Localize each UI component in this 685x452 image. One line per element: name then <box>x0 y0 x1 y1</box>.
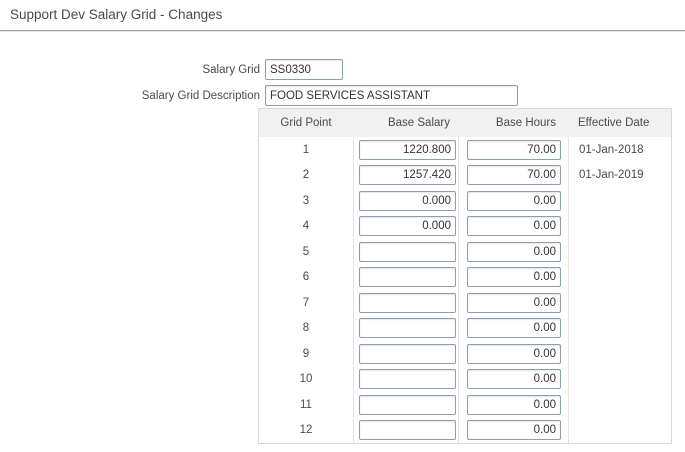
grid-point-cell: 1 <box>259 137 353 163</box>
base-salary-cell <box>353 239 458 265</box>
table-row: 8 <box>259 316 671 342</box>
table-row: 10 <box>259 367 671 393</box>
base-salary-input[interactable] <box>359 140 456 160</box>
table-row: 5 <box>259 239 671 265</box>
table-row: 11 <box>259 392 671 418</box>
effective-date-cell <box>568 239 671 265</box>
base-hours-input[interactable] <box>467 140 561 160</box>
base-hours-input[interactable] <box>467 242 561 262</box>
table-row: 4 <box>259 214 671 240</box>
effective-date-cell <box>568 367 671 393</box>
title-divider <box>0 30 685 32</box>
base-hours-cell <box>458 392 568 418</box>
base-salary-input[interactable] <box>359 216 456 236</box>
base-hours-input[interactable] <box>467 293 561 313</box>
grid-table-body: 1 01-Jan-2018 2 01-Jan-2019 3 4 <box>259 137 671 443</box>
grid-table-header: Grid Point Base Salary Base Hours Effect… <box>259 109 671 137</box>
base-salary-cell <box>353 265 458 291</box>
base-salary-input[interactable] <box>359 293 456 313</box>
effective-date-cell <box>568 316 671 342</box>
effective-date-cell <box>568 265 671 291</box>
salary-grid-description-input[interactable] <box>265 85 518 106</box>
base-hours-input[interactable] <box>467 369 561 389</box>
grid-point-cell: 8 <box>259 316 353 342</box>
base-hours-cell <box>458 137 568 163</box>
base-hours-cell <box>458 163 568 189</box>
salary-grid-description-label: Salary Grid Description <box>0 89 260 103</box>
base-hours-cell <box>458 214 568 240</box>
base-salary-cell <box>353 341 458 367</box>
table-row: 3 <box>259 188 671 214</box>
base-salary-input[interactable] <box>359 267 456 287</box>
base-salary-cell <box>353 418 458 444</box>
effective-date-cell <box>568 188 671 214</box>
table-row: 9 <box>259 341 671 367</box>
effective-date-cell <box>568 214 671 240</box>
header-base-hours: Base Hours <box>458 117 568 129</box>
salary-grid-table: Grid Point Base Salary Base Hours Effect… <box>258 108 672 444</box>
base-salary-cell <box>353 163 458 189</box>
base-salary-cell <box>353 392 458 418</box>
grid-point-cell: 7 <box>259 290 353 316</box>
base-hours-input[interactable] <box>467 344 561 364</box>
effective-date-cell <box>568 341 671 367</box>
base-salary-cell <box>353 316 458 342</box>
effective-date-cell <box>568 290 671 316</box>
base-hours-cell <box>458 341 568 367</box>
table-row: 6 <box>259 265 671 291</box>
table-row: 2 01-Jan-2019 <box>259 163 671 189</box>
salary-grid-input[interactable] <box>265 59 343 80</box>
effective-date-cell <box>568 392 671 418</box>
base-salary-input[interactable] <box>359 318 456 338</box>
effective-date-cell <box>568 418 671 444</box>
base-hours-input[interactable] <box>467 216 561 236</box>
grid-point-cell: 9 <box>259 341 353 367</box>
base-hours-input[interactable] <box>467 191 561 211</box>
table-row: 7 <box>259 290 671 316</box>
effective-date-cell: 01-Jan-2019 <box>568 163 671 189</box>
base-hours-input[interactable] <box>467 165 561 185</box>
salary-grid-label: Salary Grid <box>0 63 260 77</box>
header-effective-date: Effective Date <box>568 117 671 129</box>
base-hours-input[interactable] <box>467 267 561 287</box>
base-hours-cell <box>458 188 568 214</box>
grid-point-cell: 11 <box>259 392 353 418</box>
base-hours-cell <box>458 239 568 265</box>
salary-grid-changes-page: { "page": { "title": "Support Dev Salary… <box>0 0 685 452</box>
base-hours-cell <box>458 265 568 291</box>
base-salary-input[interactable] <box>359 369 456 389</box>
grid-point-cell: 5 <box>259 239 353 265</box>
base-salary-cell <box>353 290 458 316</box>
grid-point-cell: 10 <box>259 367 353 393</box>
base-salary-input[interactable] <box>359 395 456 415</box>
header-grid-point: Grid Point <box>259 117 353 129</box>
base-salary-cell <box>353 137 458 163</box>
table-row: 12 <box>259 418 671 444</box>
base-hours-cell <box>458 290 568 316</box>
grid-point-cell: 4 <box>259 214 353 240</box>
base-salary-cell <box>353 214 458 240</box>
grid-point-cell: 12 <box>259 418 353 444</box>
base-salary-input[interactable] <box>359 344 456 364</box>
base-hours-cell <box>458 418 568 444</box>
base-salary-input[interactable] <box>359 242 456 262</box>
table-row: 1 01-Jan-2018 <box>259 137 671 163</box>
header-base-salary: Base Salary <box>353 117 458 129</box>
grid-point-cell: 3 <box>259 188 353 214</box>
base-salary-input[interactable] <box>359 191 456 211</box>
base-hours-input[interactable] <box>467 318 561 338</box>
grid-point-cell: 6 <box>259 265 353 291</box>
effective-date-cell: 01-Jan-2018 <box>568 137 671 163</box>
base-salary-cell <box>353 188 458 214</box>
base-salary-input[interactable] <box>359 165 456 185</box>
base-salary-cell <box>353 367 458 393</box>
base-hours-input[interactable] <box>467 395 561 415</box>
base-salary-input[interactable] <box>359 420 456 440</box>
grid-point-cell: 2 <box>259 163 353 189</box>
base-hours-input[interactable] <box>467 420 561 440</box>
page-title: Support Dev Salary Grid - Changes <box>10 7 222 22</box>
base-hours-cell <box>458 367 568 393</box>
base-hours-cell <box>458 316 568 342</box>
